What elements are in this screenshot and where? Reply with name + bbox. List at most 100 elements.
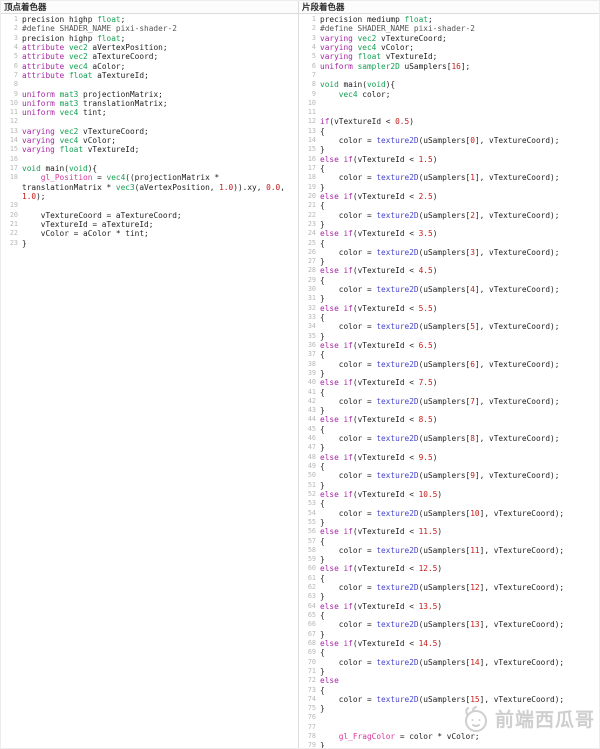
code-line: 31} (299, 294, 599, 303)
code-text: { (320, 313, 325, 322)
code-line: 6 attribute vec4 aColor; (1, 62, 298, 71)
code-text: color = texture2D(uSamplers[8], vTexture… (320, 434, 560, 444)
line-number: 63 (307, 592, 316, 601)
code-line: 4 attribute vec2 aVertexPosition; (1, 43, 298, 52)
code-text: color = texture2D(uSamplers[6], vTexture… (320, 359, 560, 369)
code-text: { (320, 685, 325, 695)
code-line: 13 { (299, 127, 599, 136)
code-line: 34 color = texture2D(uSamplers[5], vText… (299, 322, 599, 331)
line-number: 56 (307, 527, 316, 536)
code-line: 60 else if(vTextureId < 12.5) (299, 564, 599, 573)
code-line: 12 if(vTextureId < 0.5) (299, 117, 599, 126)
code-line: 12 (1, 117, 298, 126)
code-line: 10 (299, 99, 599, 108)
code-text: else if(vTextureId < 12.5) (320, 564, 443, 574)
line-number: 7 (311, 70, 316, 79)
code-line: 63} (299, 592, 599, 601)
line-number: 23 (307, 219, 316, 228)
code-line: 9 uniform mat3 projectionMatrix; (1, 90, 298, 99)
code-line: 76 (299, 713, 599, 722)
line-number: 64 (307, 601, 316, 610)
code-line: 49 { (299, 462, 599, 471)
code-line: 35} (299, 332, 599, 341)
code-text: { (320, 573, 325, 583)
code-text: { (320, 424, 325, 434)
line-number: 2 (311, 24, 316, 33)
code-text: } (320, 368, 325, 378)
line-number: 66 (307, 620, 316, 629)
code-line: 7 (299, 71, 599, 80)
code-line: 25 { (299, 239, 599, 248)
code-text: } (320, 666, 325, 676)
code-text: attribute vec2 aVertexPosition; (22, 42, 168, 52)
code-text: } (320, 629, 325, 639)
line-number: 18 (9, 173, 18, 182)
code-text: else (320, 676, 339, 686)
line-number: 57 (307, 536, 316, 545)
line-number: 11 (9, 108, 18, 117)
code-line: 40 else if(vTextureId < 7.5) (299, 378, 599, 387)
line-number: 76 (307, 713, 316, 722)
code-line: 21 { (299, 201, 599, 210)
line-number: 50 (307, 471, 316, 480)
code-text: vTextureId = aTextureId; (22, 219, 154, 229)
code-text: varying vec2 vTextureCoord; (22, 126, 149, 136)
code-text: } (22, 238, 27, 248)
code-text: } (320, 331, 325, 341)
fragment-shader-panel: 片段着色器 1 precision mediump float; 2 #define … (299, 1, 599, 748)
line-number: 20 (9, 210, 18, 219)
code-line: 8 void main(void){ (299, 80, 599, 89)
code-text: uniform mat3 projectionMatrix; (22, 89, 163, 99)
code-text: color = texture2D(uSamplers[5], vTexture… (320, 322, 560, 332)
code-line: 16 else if(vTextureId < 1.5) (299, 155, 599, 164)
code-line: 17 void main(void){ (1, 164, 298, 173)
code-text: else if(vTextureId < 9.5) (320, 452, 438, 462)
line-number: 14 (9, 136, 18, 145)
code-line: 37 { (299, 350, 599, 359)
shader-viewer: 顶点着色器 1 precision highp float; 2 #define SH… (0, 0, 600, 749)
vertex-shader-code[interactable]: 1 precision highp float; 2 #define SHADER_N… (1, 14, 298, 748)
line-number: 1 (13, 15, 18, 23)
line-number: 9 (311, 89, 316, 98)
code-text: color = texture2D(uSamplers[1], vTexture… (320, 173, 560, 183)
code-line: 44 else if(vTextureId < 8.5) (299, 415, 599, 424)
line-number: 7 (13, 70, 18, 79)
code-line: 23} (1, 239, 298, 248)
line-number: 73 (307, 685, 316, 694)
line-number: 21 (9, 219, 18, 228)
line-number: 5 (311, 52, 316, 61)
code-text: varying vec2 vTextureCoord; (320, 33, 447, 43)
code-text: #define SHADER_NAME pixi-shader-2 (320, 24, 475, 34)
code-line: 3 varying vec2 vTextureCoord; (299, 34, 599, 43)
code-text: { (320, 164, 325, 173)
code-text: { (320, 387, 325, 397)
code-text: uniform sampler2D uSamplers[16]; (320, 61, 471, 71)
code-line: 74 color = texture2D(uSamplers[15], vTex… (299, 695, 599, 704)
code-line: 7 attribute float aTextureId; (1, 71, 298, 80)
line-number: 51 (307, 480, 316, 489)
line-number: 35 (307, 331, 316, 340)
line-number: 5 (13, 52, 18, 61)
code-line: 42 color = texture2D(uSamplers[7], vText… (299, 397, 599, 406)
code-line: 66 color = texture2D(uSamplers[13], vTex… (299, 620, 599, 629)
line-number: 10 (307, 98, 316, 107)
code-text: else if(vTextureId < 14.5) (320, 638, 443, 648)
code-text: color = texture2D(uSamplers[14], vTextur… (320, 657, 565, 667)
code-text: } (320, 257, 325, 267)
line-number: 47 (307, 443, 316, 452)
code-line: 51} (299, 481, 599, 490)
code-text: color = texture2D(uSamplers[9], vTexture… (320, 471, 560, 481)
code-line: 19} (299, 183, 599, 192)
code-text: } (320, 741, 325, 748)
fragment-shader-code[interactable]: 1 precision mediump float; 2 #define SHADER… (299, 14, 599, 748)
code-text: color = texture2D(uSamplers[4], vTexture… (320, 285, 560, 295)
code-line: 78 gl_FragColor = color * vColor; (299, 732, 599, 741)
code-line: 26 color = texture2D(uSamplers[3], vText… (299, 248, 599, 257)
code-line: 8 (1, 80, 298, 89)
code-text: color = texture2D(uSamplers[12], vTextur… (320, 583, 565, 593)
line-number: 4 (13, 42, 18, 51)
code-line: 38 color = texture2D(uSamplers[6], vText… (299, 360, 599, 369)
line-number: 67 (307, 629, 316, 638)
